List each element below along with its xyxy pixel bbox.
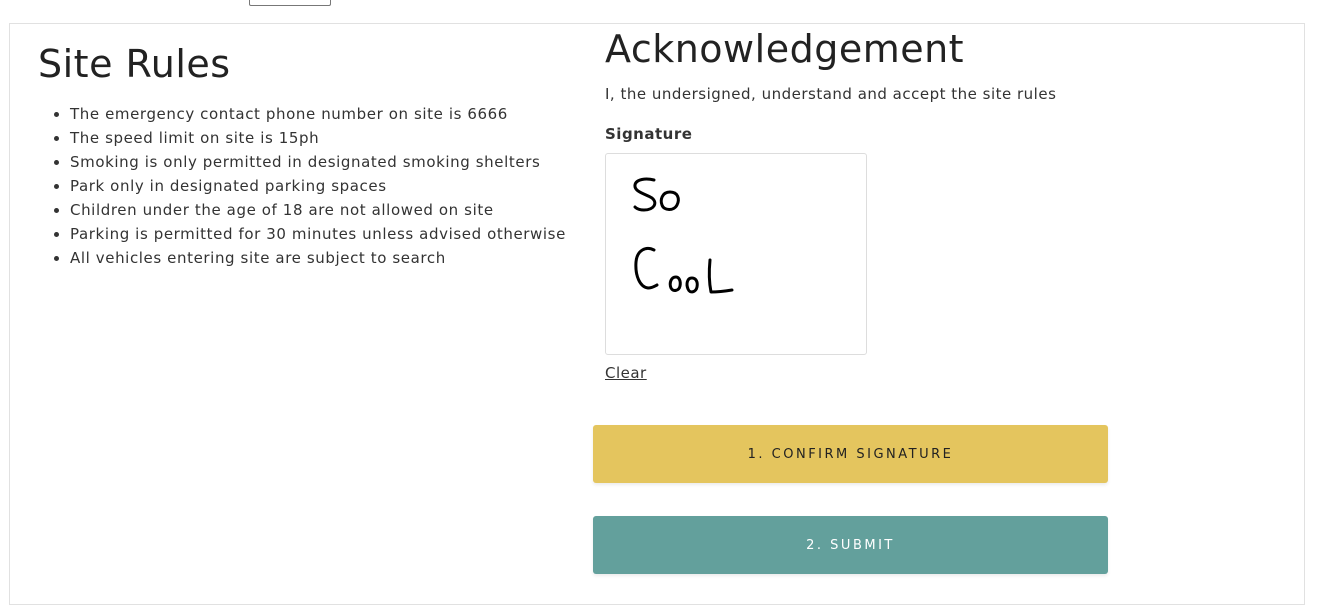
- clear-signature-link[interactable]: Clear: [605, 364, 647, 382]
- rule-item: The speed limit on site is 15ph: [70, 126, 578, 150]
- site-rules-section: Site Rules The emergency contact phone n…: [38, 24, 578, 270]
- top-button-edge[interactable]: [249, 0, 331, 6]
- rule-item: The emergency contact phone number on si…: [70, 102, 578, 126]
- confirm-signature-button[interactable]: 1. CONFIRM SIGNATURE: [593, 425, 1108, 483]
- signature-drawing: [633, 177, 734, 294]
- rule-item: All vehicles entering site are subject t…: [70, 246, 578, 270]
- rule-item: Smoking is only permitted in designated …: [70, 150, 578, 174]
- acknowledgement-title: Acknowledgement: [605, 27, 965, 71]
- rule-item: Parking is permitted for 30 minutes unle…: [70, 222, 578, 246]
- signature-pad[interactable]: [605, 153, 867, 355]
- acknowledgement-section: Acknowledgement I, the undersigned, unde…: [593, 24, 1125, 574]
- rule-item: Children under the age of 18 are not all…: [70, 198, 578, 222]
- site-rules-title: Site Rules: [38, 42, 231, 86]
- site-rules-card: Site Rules The emergency contact phone n…: [9, 23, 1305, 605]
- rule-item: Park only in designated parking spaces: [70, 174, 578, 198]
- submit-button[interactable]: 2. SUBMIT: [593, 516, 1108, 574]
- acknowledgement-statement: I, the undersigned, understand and accep…: [605, 85, 1057, 103]
- site-rules-list: The emergency contact phone number on si…: [38, 102, 578, 270]
- signature-label: Signature: [605, 125, 693, 143]
